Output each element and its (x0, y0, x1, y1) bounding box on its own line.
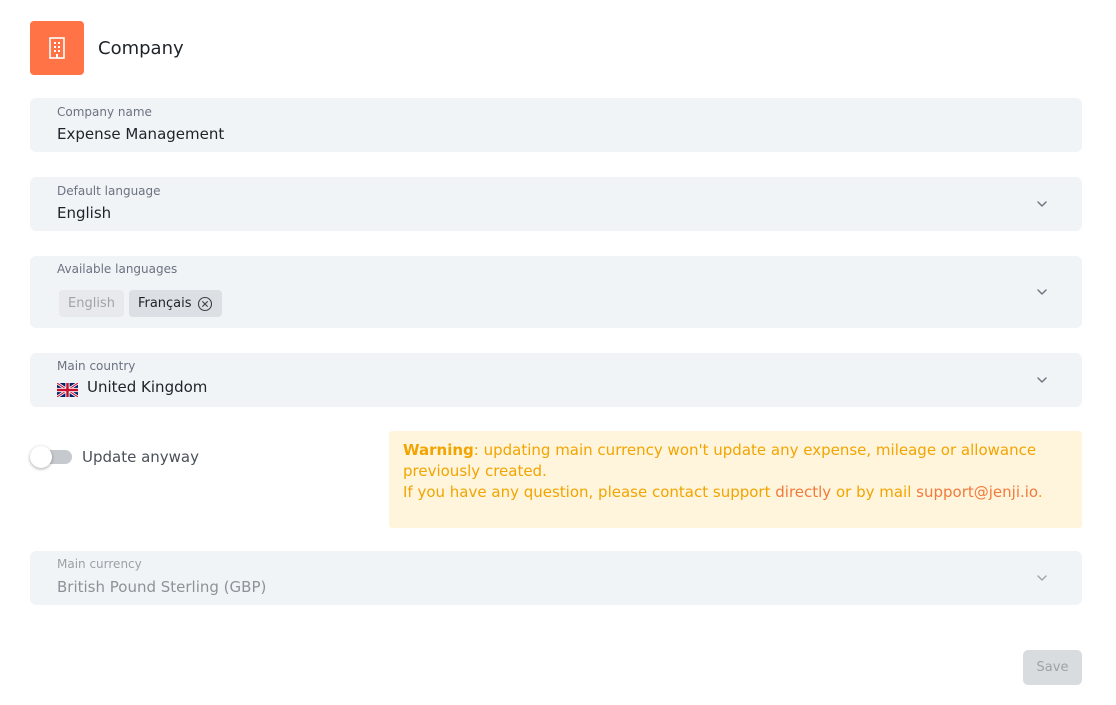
company-name-value[interactable]: Expense Management (57, 125, 224, 143)
default-language-value: English (57, 204, 112, 222)
default-language-select[interactable]: Default language English (30, 177, 1082, 231)
available-languages-label: Available languages (57, 262, 178, 276)
chevron-down-icon[interactable] (1035, 285, 1049, 299)
update-anyway-toggle[interactable] (30, 446, 72, 468)
company-name-field[interactable]: Company name Expense Management (30, 98, 1082, 152)
update-anyway-label: Update anyway (82, 448, 200, 466)
save-button[interactable]: Save (1023, 650, 1082, 685)
chevron-down-icon[interactable] (1035, 373, 1049, 387)
building-icon (30, 21, 84, 75)
warning-title: Warning (403, 441, 474, 459)
toggle-knob[interactable] (30, 446, 52, 468)
language-chip-list: English Français (59, 290, 227, 317)
available-languages-select[interactable]: Available languages English Français (30, 256, 1082, 328)
language-chip-english: English (59, 290, 124, 317)
currency-warning-alert: Warning: updating main currency won't up… (389, 431, 1082, 528)
warning-mail-text: or by mail (831, 483, 917, 501)
chevron-down-icon[interactable] (1035, 197, 1049, 211)
warning-text: : updating main currency won't update an… (403, 441, 1037, 480)
support-directly-link[interactable]: directly (775, 483, 831, 501)
main-country-label: Main country (57, 359, 136, 373)
main-currency-select: Main currency British Pound Sterling (GB… (30, 551, 1082, 605)
main-currency-value: British Pound Sterling (GBP) (57, 578, 267, 596)
uk-flag-icon (57, 383, 78, 397)
default-language-label: Default language (57, 184, 161, 198)
main-currency-label: Main currency (57, 557, 142, 571)
chevron-down-icon (1037, 575, 1047, 581)
page-title: Company (98, 37, 184, 59)
remove-chip-icon[interactable] (197, 296, 213, 312)
company-name-label: Company name (57, 105, 152, 119)
main-country-select[interactable]: Main country United Kingdom (30, 353, 1082, 407)
main-country-value: United Kingdom (87, 378, 208, 396)
language-chip-francais: Français (128, 290, 222, 317)
language-chip-label: Français (137, 296, 192, 311)
update-anyway-row: Update anyway (30, 446, 199, 468)
warning-period: . (1037, 483, 1043, 501)
page-header: Company (30, 21, 184, 75)
support-email-link[interactable]: support@jenji.io (916, 483, 1038, 501)
warning-contact-text: If you have any question, please contact… (403, 483, 776, 501)
